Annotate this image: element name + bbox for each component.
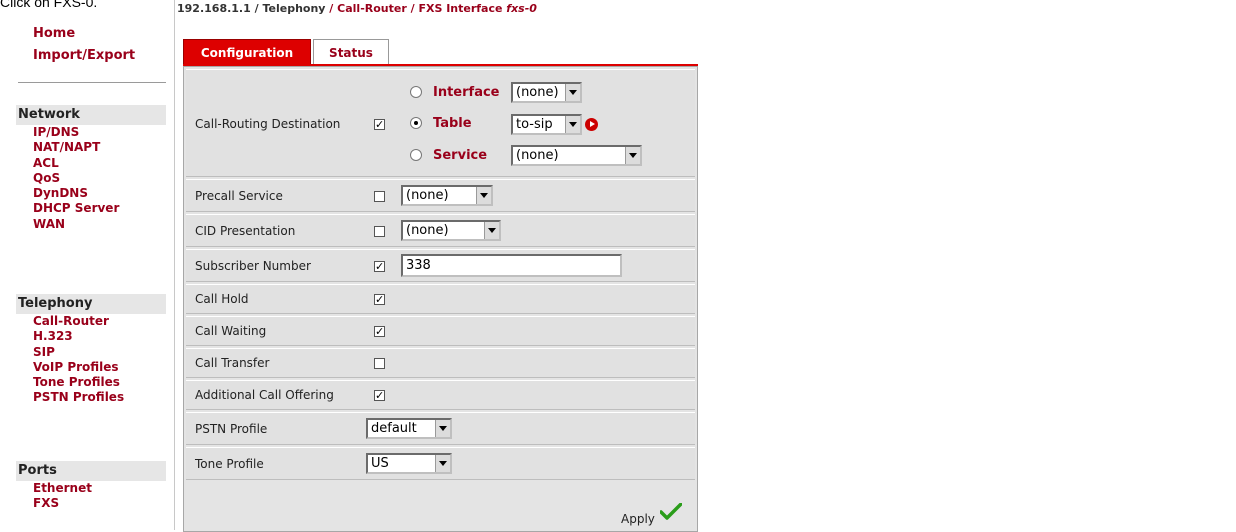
nav-item-tone-profiles[interactable]: Tone Profiles: [16, 375, 166, 390]
nav-item-wan[interactable]: WAN: [16, 217, 166, 232]
tab-status[interactable]: Status: [313, 39, 389, 65]
service-radio[interactable]: [410, 149, 422, 161]
chevron-down-icon: [435, 420, 450, 437]
nav-section-telephony: Telephony Call-Router H.323 SIP VoIP Pro…: [16, 294, 166, 406]
config-form-panel: Call-Routing Destination ✓ Interface (no…: [183, 66, 698, 532]
call-hold-checkbox[interactable]: ✓: [374, 294, 385, 305]
row-precall-service: Precall Service (none): [186, 179, 695, 212]
tab-configuration[interactable]: Configuration: [183, 39, 311, 65]
precall-service-label: Precall Service: [195, 189, 283, 203]
service-radio-label: Service: [433, 148, 488, 163]
call-routing-destination-checkbox[interactable]: ✓: [374, 119, 385, 130]
table-select[interactable]: to-sip: [511, 114, 582, 135]
nav-section-ports: Ports Ethernet FXS: [16, 461, 166, 512]
interface-select[interactable]: (none): [511, 82, 582, 103]
go-arrow-icon[interactable]: [585, 118, 598, 131]
cid-presentation-select[interactable]: (none): [401, 220, 501, 241]
row-call-waiting: Call Waiting ✓: [186, 316, 695, 346]
row-additional-call-offering: Additional Call Offering ✓: [186, 380, 695, 410]
call-waiting-label: Call Waiting: [195, 324, 267, 338]
nav-item-dhcp-server[interactable]: DHCP Server: [16, 201, 166, 216]
cid-presentation-checkbox[interactable]: [374, 226, 385, 237]
nav-item-qos[interactable]: QoS: [16, 171, 166, 186]
breadcrumb-telephony[interactable]: Telephony: [262, 2, 325, 15]
nav-divider-line: [174, 0, 175, 530]
additional-call-offering-label: Additional Call Offering: [195, 388, 334, 402]
chevron-down-icon: [476, 187, 491, 204]
tone-profile-value: US: [371, 456, 389, 471]
table-radio-label: Table: [433, 116, 472, 131]
nav-import-export-link[interactable]: Import/Export: [16, 46, 135, 65]
breadcrumb-call-router[interactable]: Call-Router: [337, 2, 407, 15]
pstn-profile-label: PSTN Profile: [195, 422, 268, 436]
chevron-down-icon: [625, 147, 640, 164]
call-transfer-checkbox[interactable]: [374, 358, 385, 369]
breadcrumb-separator: /: [250, 2, 263, 15]
chevron-down-icon: [484, 222, 499, 239]
row-call-routing-destination: Call-Routing Destination ✓ Interface (no…: [186, 69, 695, 177]
interface-select-value: (none): [516, 85, 559, 100]
tone-profile-label: Tone Profile: [195, 457, 264, 471]
nav-item-fxs[interactable]: FXS: [16, 496, 166, 511]
nav-section-title: Telephony: [16, 294, 166, 314]
service-select[interactable]: (none): [511, 145, 642, 166]
pstn-profile-select[interactable]: default: [366, 418, 452, 439]
table-radio[interactable]: [410, 117, 422, 129]
precall-service-select[interactable]: (none): [401, 185, 493, 206]
breadcrumb-separator: /: [406, 2, 419, 15]
pstn-profile-value: default: [371, 421, 417, 436]
subscriber-number-label: Subscriber Number: [195, 259, 311, 273]
nav-home-link[interactable]: Home: [16, 24, 75, 43]
chevron-down-icon: [435, 455, 450, 472]
apply-button[interactable]: Apply: [621, 512, 655, 526]
breadcrumb-separator: /: [325, 2, 338, 15]
call-hold-label: Call Hold: [195, 292, 249, 306]
nav-item-nat-napt[interactable]: NAT/NAPT: [16, 140, 166, 155]
table-select-value: to-sip: [516, 117, 553, 132]
tone-profile-select[interactable]: US: [366, 453, 452, 474]
chevron-down-icon: [565, 116, 580, 133]
nav-item-ethernet[interactable]: Ethernet: [16, 481, 166, 496]
row-call-hold: Call Hold ✓: [186, 284, 695, 314]
breadcrumb: 192.168.1.1 / Telephony / Call-Router / …: [177, 2, 537, 15]
nav-item-h323[interactable]: H.323: [16, 329, 166, 344]
row-call-transfer: Call Transfer: [186, 348, 695, 378]
row-tone-profile: Tone Profile US: [186, 447, 695, 480]
call-routing-destination-label: Call-Routing Destination: [195, 117, 341, 131]
row-subscriber-number: Subscriber Number ✓ 338: [186, 249, 695, 282]
nav-item-ip-dns[interactable]: IP/DNS: [16, 125, 166, 140]
precall-service-checkbox[interactable]: [374, 191, 385, 202]
nav-section-title: Network: [16, 105, 166, 125]
nav-item-pstn-profiles[interactable]: PSTN Profiles: [16, 390, 166, 405]
nav-item-voip-profiles[interactable]: VoIP Profiles: [16, 360, 166, 375]
nav-divider: [18, 82, 166, 84]
cid-presentation-value: (none): [406, 223, 449, 238]
subscriber-number-input[interactable]: 338: [401, 254, 622, 277]
nav-item-dyndns[interactable]: DynDNS: [16, 186, 166, 201]
precall-service-value: (none): [406, 188, 449, 203]
service-select-value: (none): [516, 148, 559, 163]
additional-call-offering-checkbox[interactable]: ✓: [374, 390, 385, 401]
row-cid-presentation: CID Presentation (none): [186, 214, 695, 247]
nav-item-acl[interactable]: ACL: [16, 156, 166, 171]
nav-item-call-router[interactable]: Call-Router: [16, 314, 166, 329]
subscriber-number-checkbox[interactable]: ✓: [374, 261, 385, 272]
cid-presentation-label: CID Presentation: [195, 224, 296, 238]
nav-section-network: Network IP/DNS NAT/NAPT ACL QoS DynDNS D…: [16, 105, 166, 232]
nav-section-title: Ports: [16, 461, 166, 481]
breadcrumb-ip[interactable]: 192.168.1.1: [177, 2, 251, 15]
chevron-down-icon: [565, 84, 580, 101]
breadcrumb-interface: fxs-0: [506, 2, 537, 15]
left-navigation: Home Import/Export Network IP/DNS NAT/NA…: [16, 0, 166, 530]
breadcrumb-page: FXS Interface: [418, 2, 507, 15]
row-pstn-profile: PSTN Profile default: [186, 412, 695, 445]
call-transfer-label: Call Transfer: [195, 356, 270, 370]
checkmark-icon[interactable]: [660, 503, 682, 521]
call-waiting-checkbox[interactable]: ✓: [374, 326, 385, 337]
interface-radio[interactable]: [410, 86, 422, 98]
nav-item-sip[interactable]: SIP: [16, 345, 166, 360]
interface-radio-label: Interface: [433, 85, 500, 100]
